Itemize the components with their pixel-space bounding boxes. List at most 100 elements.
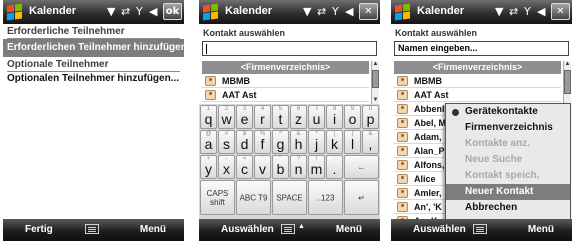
keyboard-icon[interactable]	[473, 224, 487, 234]
key[interactable]: (k	[326, 130, 343, 154]
contact-list: <Firmenverzeichnis> MBMB AAT Ast	[202, 61, 369, 102]
menu-item[interactable]: Neuer Kontakt	[446, 184, 570, 200]
space-key[interactable]: SPACE	[272, 180, 307, 215]
menu-item[interactable]: Firmenverzeichnis	[446, 120, 570, 136]
contact-name: MBMB	[222, 76, 250, 86]
sync-icon: ⇄	[317, 5, 327, 18]
close-button[interactable]: ✕	[359, 3, 378, 20]
sync-icon: ⇄	[121, 5, 131, 18]
key-char: p	[366, 111, 375, 127]
key[interactable]: &,	[362, 130, 379, 154]
menu-item-label: Gerätekontakte	[465, 106, 538, 117]
directory-header[interactable]: <Firmenverzeichnis>	[202, 61, 369, 74]
key[interactable]: 4r	[254, 105, 271, 129]
key[interactable]: * j	[308, 130, 325, 154]
key-char: q	[204, 111, 213, 127]
title-bar: Kalender ▼ ⇄ Y ◀ ok	[3, 0, 184, 24]
softkey-bar: Fertig Menü	[3, 219, 184, 241]
volume-icon[interactable]: ◀	[149, 5, 157, 18]
key[interactable]: -x	[218, 155, 235, 179]
key[interactable]: 5t	[272, 105, 289, 129]
keyboard-icon[interactable]	[281, 224, 295, 234]
directory-header[interactable]: <Firmenverzeichnis>	[394, 61, 561, 74]
scroll-thumb[interactable]	[564, 70, 571, 94]
numeric-key[interactable]: ..123	[308, 180, 343, 215]
key[interactable]: ! m	[308, 155, 325, 179]
key[interactable]: :.	[326, 155, 343, 179]
title-bar: Kalender ▼ ⇄ Y ◀ ✕	[391, 0, 572, 24]
key-char: a	[204, 136, 213, 152]
key[interactable]: 3e	[236, 105, 253, 129]
key-char: h	[294, 136, 303, 152]
key-char: f	[260, 136, 265, 152]
caps-shift-key[interactable]: CAPS shift	[200, 180, 235, 215]
scroll-up-icon[interactable]: ▲	[564, 61, 571, 68]
scrollbar[interactable]: ▲ ▼	[371, 61, 379, 104]
key[interactable]: 0p	[362, 105, 379, 129]
windows-start-icon[interactable]	[6, 3, 24, 21]
menu-item[interactable]: Gerätekontakte	[446, 104, 570, 120]
close-button[interactable]: ✕	[551, 3, 570, 20]
key[interactable]: ? n	[290, 155, 307, 179]
menu-item-label: Neue Suche	[465, 154, 523, 165]
contact-list-item[interactable]: AAT Ast	[394, 88, 561, 102]
contact-search-input[interactable]: Namen eingeben...	[394, 41, 569, 56]
softkey-select[interactable]: Auswählen	[413, 224, 466, 235]
key[interactable]: ) l	[344, 130, 361, 154]
caps-shift-key-label: CAPS shift	[206, 188, 229, 207]
softkey-menu[interactable]: Menü	[336, 224, 362, 235]
key[interactable]: 7u	[308, 105, 325, 129]
menu-item-label: Firmenverzeichnis	[465, 122, 553, 133]
text-caret	[206, 43, 207, 54]
key[interactable]: 8i	[326, 105, 343, 129]
scroll-down-icon[interactable]: ▼	[372, 97, 379, 104]
softkey-menu[interactable]: Menü	[528, 224, 554, 235]
contact-list-item[interactable]: MBMB	[394, 74, 561, 88]
backspace-key[interactable]: ←	[344, 155, 379, 179]
key[interactable]: + y	[200, 155, 217, 179]
key[interactable]: 9o	[344, 105, 361, 129]
key[interactable]: # s	[218, 130, 235, 154]
key[interactable]: $ d	[236, 130, 253, 154]
key[interactable]: 2w	[218, 105, 235, 129]
key[interactable]: ^ g	[272, 130, 289, 154]
contact-list-item[interactable]: MBMB	[202, 74, 369, 88]
contact-list-item[interactable]: AAT Ast	[202, 88, 369, 102]
key[interactable]: & h	[290, 130, 307, 154]
windows-start-icon[interactable]	[202, 3, 220, 21]
softkey-menu[interactable]: Menü	[140, 224, 166, 235]
key[interactable]: " b	[272, 155, 289, 179]
app-title: Kalender	[417, 5, 465, 17]
keyboard-icon[interactable]	[85, 224, 99, 234]
scroll-up-icon[interactable]: ▲	[372, 61, 379, 68]
key[interactable]: = c	[236, 155, 253, 179]
abc-t9-key[interactable]: ABC T9	[236, 180, 271, 215]
key-char: .	[332, 161, 337, 177]
key-char: y	[205, 161, 212, 177]
key[interactable]: 1q	[200, 105, 217, 129]
menu-item[interactable]: Abbrechen	[446, 200, 570, 216]
key[interactable]: % f	[254, 130, 271, 154]
contact-name: Abbenl	[414, 104, 445, 114]
softkey-done[interactable]: Fertig	[25, 224, 53, 235]
enter-key[interactable]: ↵	[344, 180, 379, 215]
key[interactable]: @ a	[200, 130, 217, 154]
key[interactable]: ' v	[254, 155, 271, 179]
ok-button[interactable]: ok	[163, 3, 182, 20]
dialog-subtitle: Kontakt auswählen	[203, 28, 286, 38]
menu-item-label: Kontakte anz.	[465, 138, 531, 149]
softkey-select[interactable]: Auswählen	[221, 224, 274, 235]
volume-icon[interactable]: ◀	[537, 5, 545, 18]
volume-icon[interactable]: ◀	[345, 5, 353, 18]
key[interactable]: 6z	[290, 105, 307, 129]
add-optional-attendee[interactable]: Optionalen Teilnehmer hinzufügen...	[3, 71, 184, 87]
filter-icon: ▼	[495, 5, 504, 18]
scroll-thumb[interactable]	[372, 70, 379, 88]
key-char: w	[221, 111, 232, 127]
add-required-attendee[interactable]: Erforderlichen Teilnehmer hinzufügen...	[3, 39, 184, 57]
contact-name: Adam,	[414, 132, 442, 142]
windows-start-icon[interactable]	[394, 3, 412, 21]
contact-search-input[interactable]	[202, 41, 377, 56]
input-selector-arrow-icon[interactable]: ▲	[298, 223, 305, 230]
app-title: Kalender	[225, 5, 273, 17]
